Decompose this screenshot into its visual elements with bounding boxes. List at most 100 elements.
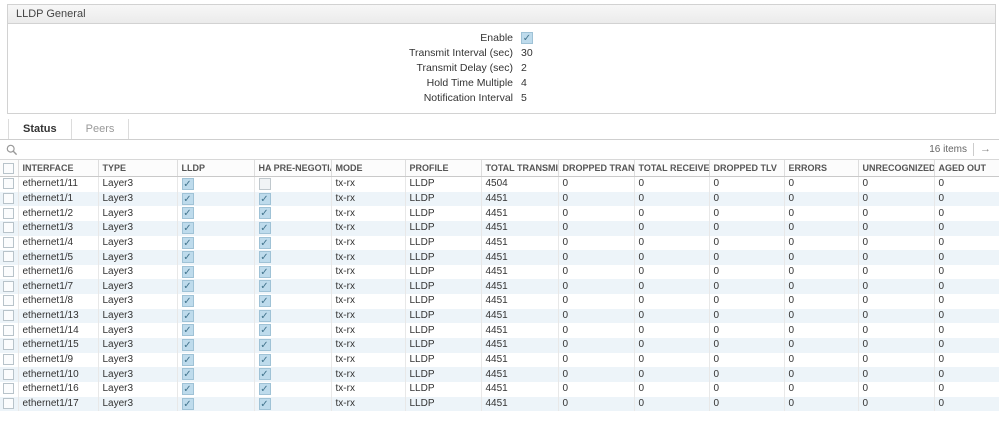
ha-checkbox[interactable]: ✓ xyxy=(259,310,271,322)
lldp-checkbox[interactable]: ✓ xyxy=(182,354,194,366)
cell-errors: 0 xyxy=(784,382,858,397)
column-header-dropped_tlv[interactable]: DROPPED TLV xyxy=(709,160,784,177)
lldp-checkbox[interactable]: ✓ xyxy=(182,383,194,395)
row-select-checkbox[interactable] xyxy=(3,295,14,306)
export-arrow-icon[interactable]: → xyxy=(980,144,993,155)
cell-total_received: 0 xyxy=(634,192,709,207)
row-select-checkbox[interactable] xyxy=(3,354,14,365)
select-all-checkbox[interactable] xyxy=(3,163,14,174)
row-select-checkbox[interactable] xyxy=(3,193,14,204)
table-row[interactable]: ethernet1/4Layer3✓✓tx-rxLLDP4451000000 xyxy=(0,236,999,251)
cell-dropped_transmit: 0 xyxy=(558,250,634,265)
cell-type: Layer3 xyxy=(98,236,177,251)
ha-checkbox[interactable]: ✓ xyxy=(259,354,271,366)
table-row[interactable]: ethernet1/14Layer3✓✓tx-rxLLDP4451000000 xyxy=(0,323,999,338)
table-row[interactable]: ethernet1/5Layer3✓✓tx-rxLLDP4451000000 xyxy=(0,250,999,265)
ha-checkbox[interactable]: ✓ xyxy=(259,266,271,278)
ha-checkbox[interactable]: ✓ xyxy=(259,295,271,307)
table-row[interactable]: ethernet1/13Layer3✓✓tx-rxLLDP4451000000 xyxy=(0,309,999,324)
lldp-checkbox[interactable]: ✓ xyxy=(182,310,194,322)
lldp-checkbox[interactable]: ✓ xyxy=(182,368,194,380)
cell-aged_out: 0 xyxy=(934,367,999,382)
row-select-checkbox[interactable] xyxy=(3,383,14,394)
cell-type: Layer3 xyxy=(98,192,177,207)
column-header-type[interactable]: TYPE xyxy=(98,160,177,177)
column-header-errors[interactable]: ERRORS xyxy=(784,160,858,177)
ha-checkbox[interactable]: ✓ xyxy=(259,383,271,395)
panel-title: LLDP General xyxy=(8,5,995,24)
ha-checkbox[interactable]: ✓ xyxy=(259,280,271,292)
row-select-checkbox[interactable] xyxy=(3,251,14,262)
table-row[interactable]: ethernet1/16Layer3✓✓tx-rxLLDP4451000000 xyxy=(0,382,999,397)
table-row[interactable]: ethernet1/8Layer3✓✓tx-rxLLDP4451000000 xyxy=(0,294,999,309)
ha-checkbox[interactable] xyxy=(259,178,271,190)
cell-unrecognized: 0 xyxy=(858,206,934,221)
lldp-checkbox[interactable]: ✓ xyxy=(182,207,194,219)
column-header-unrecognized[interactable]: UNRECOGNIZED xyxy=(858,160,934,177)
column-header-ha[interactable]: HA PRE-NEGOTIATION xyxy=(254,160,331,177)
row-select-checkbox[interactable] xyxy=(3,237,14,248)
ha-checkbox[interactable]: ✓ xyxy=(259,339,271,351)
row-select-checkbox[interactable] xyxy=(3,310,14,321)
cell-dropped_transmit: 0 xyxy=(558,323,634,338)
ha-checkbox[interactable]: ✓ xyxy=(259,222,271,234)
lldp-checkbox[interactable]: ✓ xyxy=(182,178,194,190)
row-select-checkbox[interactable] xyxy=(3,369,14,380)
table-row[interactable]: ethernet1/2Layer3✓✓tx-rxLLDP4451000000 xyxy=(0,206,999,221)
table-row[interactable]: ethernet1/17Layer3✓✓tx-rxLLDP4451000000 xyxy=(0,397,999,412)
ha-checkbox[interactable]: ✓ xyxy=(259,324,271,336)
row-select-checkbox[interactable] xyxy=(3,325,14,336)
column-header-total_transmitted[interactable]: TOTAL TRANSMITTED xyxy=(481,160,558,177)
lldp-checkbox[interactable]: ✓ xyxy=(182,193,194,205)
ha-checkbox[interactable]: ✓ xyxy=(259,237,271,249)
ha-checkbox[interactable]: ✓ xyxy=(259,207,271,219)
column-header-aged_out[interactable]: AGED OUT xyxy=(934,160,999,177)
cell-mode: tx-rx xyxy=(331,294,405,309)
cell-total_transmitted: 4451 xyxy=(481,323,558,338)
row-select-checkbox[interactable] xyxy=(3,281,14,292)
table-row[interactable]: ethernet1/11Layer3✓tx-rxLLDP4504000000 xyxy=(0,177,999,192)
ha-checkbox[interactable]: ✓ xyxy=(259,368,271,380)
lldp-checkbox[interactable]: ✓ xyxy=(182,324,194,336)
column-header-total_received[interactable]: TOTAL RECEIVED xyxy=(634,160,709,177)
table-row[interactable]: ethernet1/6Layer3✓✓tx-rxLLDP4451000000 xyxy=(0,265,999,280)
lldp-checkbox[interactable]: ✓ xyxy=(182,280,194,292)
cell-profile: LLDP xyxy=(405,250,481,265)
column-header-dropped_transmit[interactable]: DROPPED TRANSMIT xyxy=(558,160,634,177)
tab-status[interactable]: Status xyxy=(8,119,72,139)
row-select-checkbox[interactable] xyxy=(3,178,14,189)
row-select-checkbox[interactable] xyxy=(3,339,14,350)
column-header-interface[interactable]: INTERFACE xyxy=(18,160,98,177)
row-select-checkbox[interactable] xyxy=(3,266,14,277)
table-row[interactable]: ethernet1/15Layer3✓✓tx-rxLLDP4451000000 xyxy=(0,338,999,353)
lldp-checkbox[interactable]: ✓ xyxy=(182,237,194,249)
row-select-checkbox[interactable] xyxy=(3,398,14,409)
row-select-checkbox[interactable] xyxy=(3,208,14,219)
tab-bar: Status Peers xyxy=(0,119,999,140)
table-row[interactable]: ethernet1/1Layer3✓✓tx-rxLLDP4451000000 xyxy=(0,192,999,207)
table-row[interactable]: ethernet1/7Layer3✓✓tx-rxLLDP4451000000 xyxy=(0,279,999,294)
cell-unrecognized: 0 xyxy=(858,192,934,207)
ha-checkbox[interactable]: ✓ xyxy=(259,251,271,263)
lldp-checkbox[interactable]: ✓ xyxy=(182,339,194,351)
lldp-checkbox[interactable]: ✓ xyxy=(182,222,194,234)
ha-checkbox[interactable]: ✓ xyxy=(259,193,271,205)
ha-checkbox[interactable]: ✓ xyxy=(259,398,271,410)
enable-checkbox[interactable]: ✓ xyxy=(521,32,533,44)
tab-peers[interactable]: Peers xyxy=(72,119,130,139)
lldp-checkbox[interactable]: ✓ xyxy=(182,398,194,410)
cell-dropped_transmit: 0 xyxy=(558,397,634,412)
cell-ha: ✓ xyxy=(254,192,331,207)
search-input[interactable] xyxy=(22,142,929,158)
lldp-checkbox[interactable]: ✓ xyxy=(182,295,194,307)
lldp-checkbox[interactable]: ✓ xyxy=(182,266,194,278)
row-select-checkbox[interactable] xyxy=(3,222,14,233)
cell-errors: 0 xyxy=(784,250,858,265)
lldp-checkbox[interactable]: ✓ xyxy=(182,251,194,263)
table-row[interactable]: ethernet1/10Layer3✓✓tx-rxLLDP4451000000 xyxy=(0,367,999,382)
column-header-lldp[interactable]: LLDP xyxy=(177,160,254,177)
column-header-profile[interactable]: PROFILE xyxy=(405,160,481,177)
table-row[interactable]: ethernet1/9Layer3✓✓tx-rxLLDP4451000000 xyxy=(0,353,999,368)
table-row[interactable]: ethernet1/3Layer3✓✓tx-rxLLDP4451000000 xyxy=(0,221,999,236)
column-header-mode[interactable]: MODE xyxy=(331,160,405,177)
